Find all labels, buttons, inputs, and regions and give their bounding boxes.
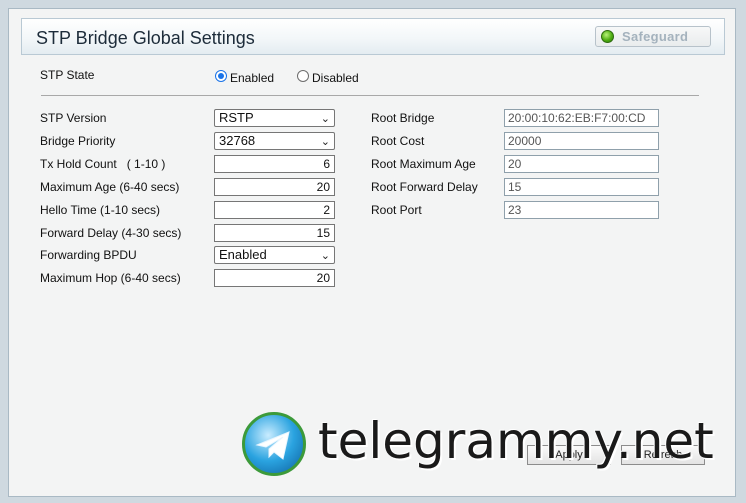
title-bar: STP Bridge Global Settings Safeguard — [21, 18, 725, 55]
root-bridge-value: 20:00:10:62:EB:F7:00:CD — [504, 109, 659, 127]
maximum-age-label: Maximum Age (6-40 secs) — [40, 180, 180, 194]
bridge-priority-label: Bridge Priority — [40, 134, 116, 148]
maximum-age-input[interactable]: 20 — [214, 178, 335, 196]
telegram-logo-icon — [242, 412, 306, 476]
maximum-hop-label: Maximum Hop (6-40 secs) — [40, 271, 181, 285]
stp-state-disabled-label[interactable]: Disabled — [312, 71, 359, 85]
safeguard-indicator: Safeguard — [595, 26, 711, 47]
root-port-value: 23 — [504, 201, 659, 219]
root-maximum-age-label: Root Maximum Age — [371, 157, 476, 171]
forward-delay-label: Forward Delay (4-30 secs) — [40, 226, 182, 240]
bridge-priority-select[interactable]: 32768 ⌄ — [214, 132, 335, 150]
root-cost-value: 20000 — [504, 132, 659, 150]
stp-version-label: STP Version — [40, 111, 107, 125]
hello-time-label: Hello Time (1-10 secs) — [40, 203, 161, 217]
tx-hold-count-label: Tx Hold Count ( 1-10 ) — [40, 157, 166, 171]
root-port-label: Root Port — [371, 203, 422, 217]
stp-version-select[interactable]: RSTP ⌄ — [214, 109, 335, 127]
stp-version-value: RSTP — [219, 110, 254, 125]
bridge-priority-value: 32768 — [219, 133, 256, 148]
root-cost-label: Root Cost — [371, 134, 425, 148]
watermark: telegrammy.net — [242, 410, 728, 476]
safeguard-label: Safeguard — [622, 29, 689, 44]
forwarding-bpdu-select[interactable]: Enabled ⌄ — [214, 246, 335, 264]
forward-delay-input[interactable]: 15 — [214, 224, 335, 242]
stp-state-enabled-radio[interactable] — [215, 70, 227, 82]
tx-hold-count-input[interactable]: 6 — [214, 155, 335, 173]
root-bridge-label: Root Bridge — [371, 111, 435, 125]
status-led-icon — [601, 30, 614, 43]
stp-state-enabled-label[interactable]: Enabled — [230, 71, 274, 85]
root-maximum-age-value: 20 — [504, 155, 659, 173]
page-title: STP Bridge Global Settings — [36, 28, 255, 48]
hello-time-input[interactable]: 2 — [214, 201, 335, 219]
root-forward-delay-value: 15 — [504, 178, 659, 196]
forwarding-bpdu-value: Enabled — [219, 247, 267, 262]
stp-state-disabled-radio[interactable] — [297, 70, 309, 82]
root-forward-delay-label: Root Forward Delay — [371, 180, 478, 194]
stp-state-label: STP State — [40, 68, 95, 82]
chevron-down-icon: ⌄ — [320, 136, 330, 148]
watermark-text: telegrammy.net — [318, 412, 714, 470]
maximum-hop-input[interactable]: 20 — [214, 269, 335, 287]
chevron-down-icon: ⌄ — [320, 113, 330, 125]
forwarding-bpdu-label: Forwarding BPDU — [40, 248, 137, 262]
divider — [41, 95, 699, 96]
chevron-down-icon: ⌄ — [320, 250, 330, 262]
